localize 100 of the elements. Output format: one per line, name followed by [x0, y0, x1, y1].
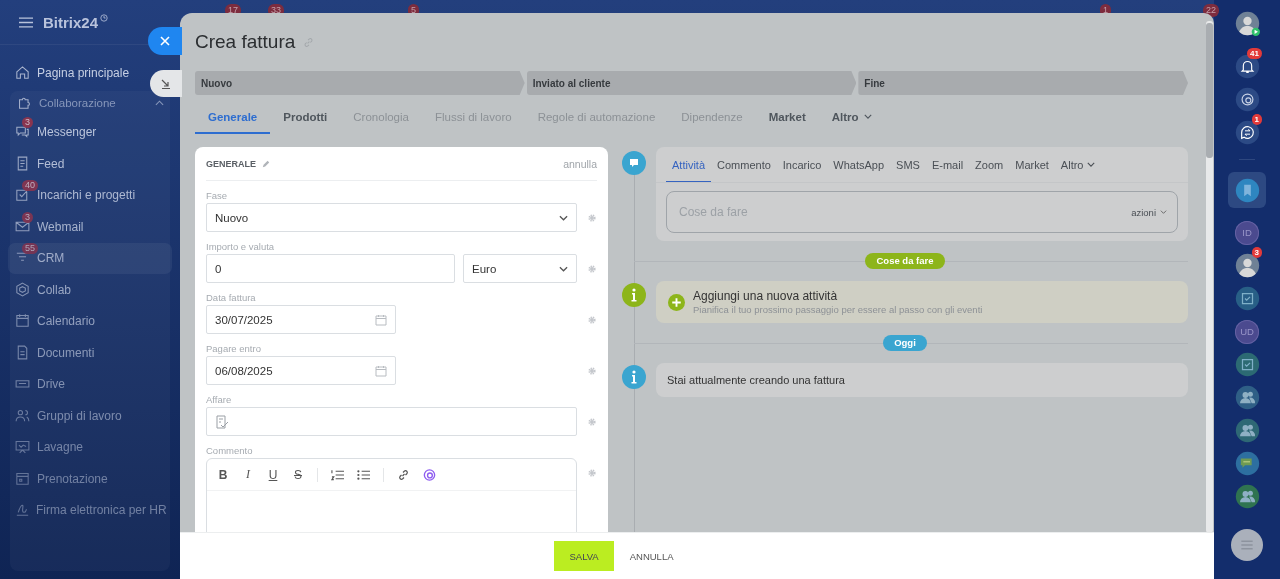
- menu-group[interactable]: Collaborazione: [8, 88, 172, 117]
- sidebar-button[interactable]: 41: [1228, 50, 1266, 83]
- counter-badge: 41: [1247, 48, 1262, 59]
- sidebar-item[interactable]: Gruppi di lavoro: [8, 400, 172, 432]
- tab[interactable]: Altro: [1054, 148, 1102, 182]
- page-title: Crea fattura: [195, 31, 296, 53]
- section-title: GENERALE: [206, 158, 256, 169]
- avatar-icon: [1234, 10, 1260, 36]
- field-label: Commento: [206, 445, 254, 458]
- sidebar-item[interactable]: Pagina principale: [8, 57, 148, 89]
- format-button[interactable]: B: [217, 467, 229, 482]
- format-button[interactable]: I: [242, 467, 254, 482]
- plus-icon: [668, 293, 685, 311]
- arrow-icon: [161, 78, 171, 89]
- spiral-icon: [1234, 87, 1260, 112]
- info-icon: [622, 283, 646, 307]
- initials-avatar: ID: [1235, 220, 1259, 245]
- hexagon-icon: [14, 280, 31, 298]
- close-button[interactable]: [148, 27, 182, 55]
- caret-icon: [1160, 210, 1167, 214]
- counter-badge: 3: [1251, 247, 1262, 258]
- sidebar-button[interactable]: [1228, 527, 1266, 563]
- link-icon[interactable]: [397, 468, 410, 481]
- sidebar-item[interactable]: Calendario: [8, 305, 172, 337]
- chevron-icon: [559, 265, 568, 272]
- calendar-icon: [375, 364, 387, 377]
- bell-icon: [1234, 54, 1260, 79]
- tab[interactable]: Attività: [666, 148, 711, 182]
- tab[interactable]: WhatsApp: [827, 148, 891, 182]
- sidebar-item[interactable]: Feed: [8, 148, 172, 180]
- section-pill: Cose da fare: [865, 253, 945, 269]
- info-icon: [622, 365, 646, 389]
- sidebar-item[interactable]: Documenti: [8, 337, 172, 369]
- sidebar-item[interactable]: 3 Webmail: [8, 211, 172, 243]
- close-icon: [160, 36, 170, 46]
- actions-dropdown[interactable]: azioni: [1131, 206, 1167, 218]
- avatar-icon: [1234, 253, 1260, 278]
- sidebar-item[interactable]: Lavagne: [8, 431, 172, 463]
- sidebar-item[interactable]: Collab: [8, 274, 172, 306]
- home-icon: [14, 63, 31, 81]
- sidebar-button[interactable]: 1: [1228, 116, 1266, 149]
- sidebar-item[interactable]: Prenotazione: [8, 463, 172, 495]
- field-label: Data fattura: [206, 292, 257, 305]
- clock-icon: [100, 14, 109, 22]
- currency-select[interactable]: Euro: [463, 254, 577, 283]
- sidebar-button[interactable]: UD: [1228, 315, 1266, 348]
- tab[interactable]: Altro: [818, 101, 885, 134]
- menu-group-label: Collaborazione: [39, 96, 117, 109]
- document-icon: [215, 414, 229, 429]
- minimize-button[interactable]: [150, 70, 182, 97]
- amount-field[interactable]: 0: [206, 254, 455, 283]
- save-button[interactable]: SALVA: [554, 541, 614, 571]
- card-text: Stai attualmente creando una fattura: [667, 374, 845, 386]
- counter-badge: 1: [1251, 114, 1262, 125]
- deal-field[interactable]: [206, 407, 577, 436]
- cancel-link[interactable]: annulla: [563, 157, 597, 170]
- stage-step[interactable]: Nuovo: [195, 71, 525, 95]
- counter-badge: 3: [22, 211, 33, 223]
- stage-step[interactable]: Fine: [858, 71, 1188, 95]
- field-label: Pagare entro: [206, 343, 262, 356]
- sidebar-item[interactable]: Firma elettronica per HR: [8, 494, 172, 526]
- tab[interactable]: Market: [1009, 148, 1055, 182]
- section-pill: Oggi: [883, 335, 927, 351]
- tab[interactable]: E-mail: [925, 148, 970, 182]
- cancel-button[interactable]: ANNULLA: [623, 549, 680, 563]
- tab[interactable]: Market: [755, 101, 819, 134]
- date-field[interactable]: 30/07/2025: [206, 305, 396, 334]
- counter-badge: 40: [22, 180, 38, 192]
- chat-icon: [1234, 120, 1260, 145]
- select-field[interactable]: Nuovo: [206, 203, 577, 232]
- format-button[interactable]: S: [292, 467, 304, 482]
- bullet-list-icon[interactable]: [357, 468, 370, 481]
- date-field[interactable]: 06/08/2025: [206, 356, 396, 385]
- sidebar-button[interactable]: [1228, 172, 1266, 208]
- field-label: Fase: [206, 190, 229, 203]
- sidebar-item[interactable]: Drive: [8, 368, 172, 400]
- calendar-icon: [375, 313, 387, 326]
- scrollbar[interactable]: [1206, 21, 1213, 533]
- counter-badge: 55: [22, 243, 38, 255]
- format-button[interactable]: U: [267, 467, 279, 482]
- comment-icon: [622, 151, 646, 175]
- menu-icon[interactable]: [19, 16, 33, 28]
- tab[interactable]: SMS: [890, 148, 926, 182]
- swirl-icon[interactable]: [423, 468, 436, 481]
- menu-icon: [1231, 529, 1263, 561]
- field-label: Importo e valuta: [206, 241, 276, 254]
- brand-logo[interactable]: Bitrix24: [43, 13, 99, 31]
- sidebar-button[interactable]: 3: [1228, 249, 1266, 282]
- sidebar-item[interactable]: 3 Messenger: [8, 116, 172, 148]
- sidebar-item[interactable]: 40 Incarichi e progetti: [8, 179, 172, 211]
- stage-step[interactable]: Inviato al cliente: [526, 71, 857, 95]
- numbered-list-icon[interactable]: [331, 468, 344, 481]
- sidebar-button[interactable]: ID: [1228, 216, 1266, 249]
- tab[interactable]: Commento: [711, 148, 777, 182]
- tab[interactable]: Generale: [195, 101, 271, 134]
- field-label: Affare: [206, 394, 233, 407]
- tab[interactable]: Zoom: [969, 148, 1010, 182]
- tab[interactable]: Incarico: [776, 148, 828, 182]
- counter-badge: 3: [22, 117, 33, 129]
- tab[interactable]: Prodotti: [270, 101, 341, 134]
